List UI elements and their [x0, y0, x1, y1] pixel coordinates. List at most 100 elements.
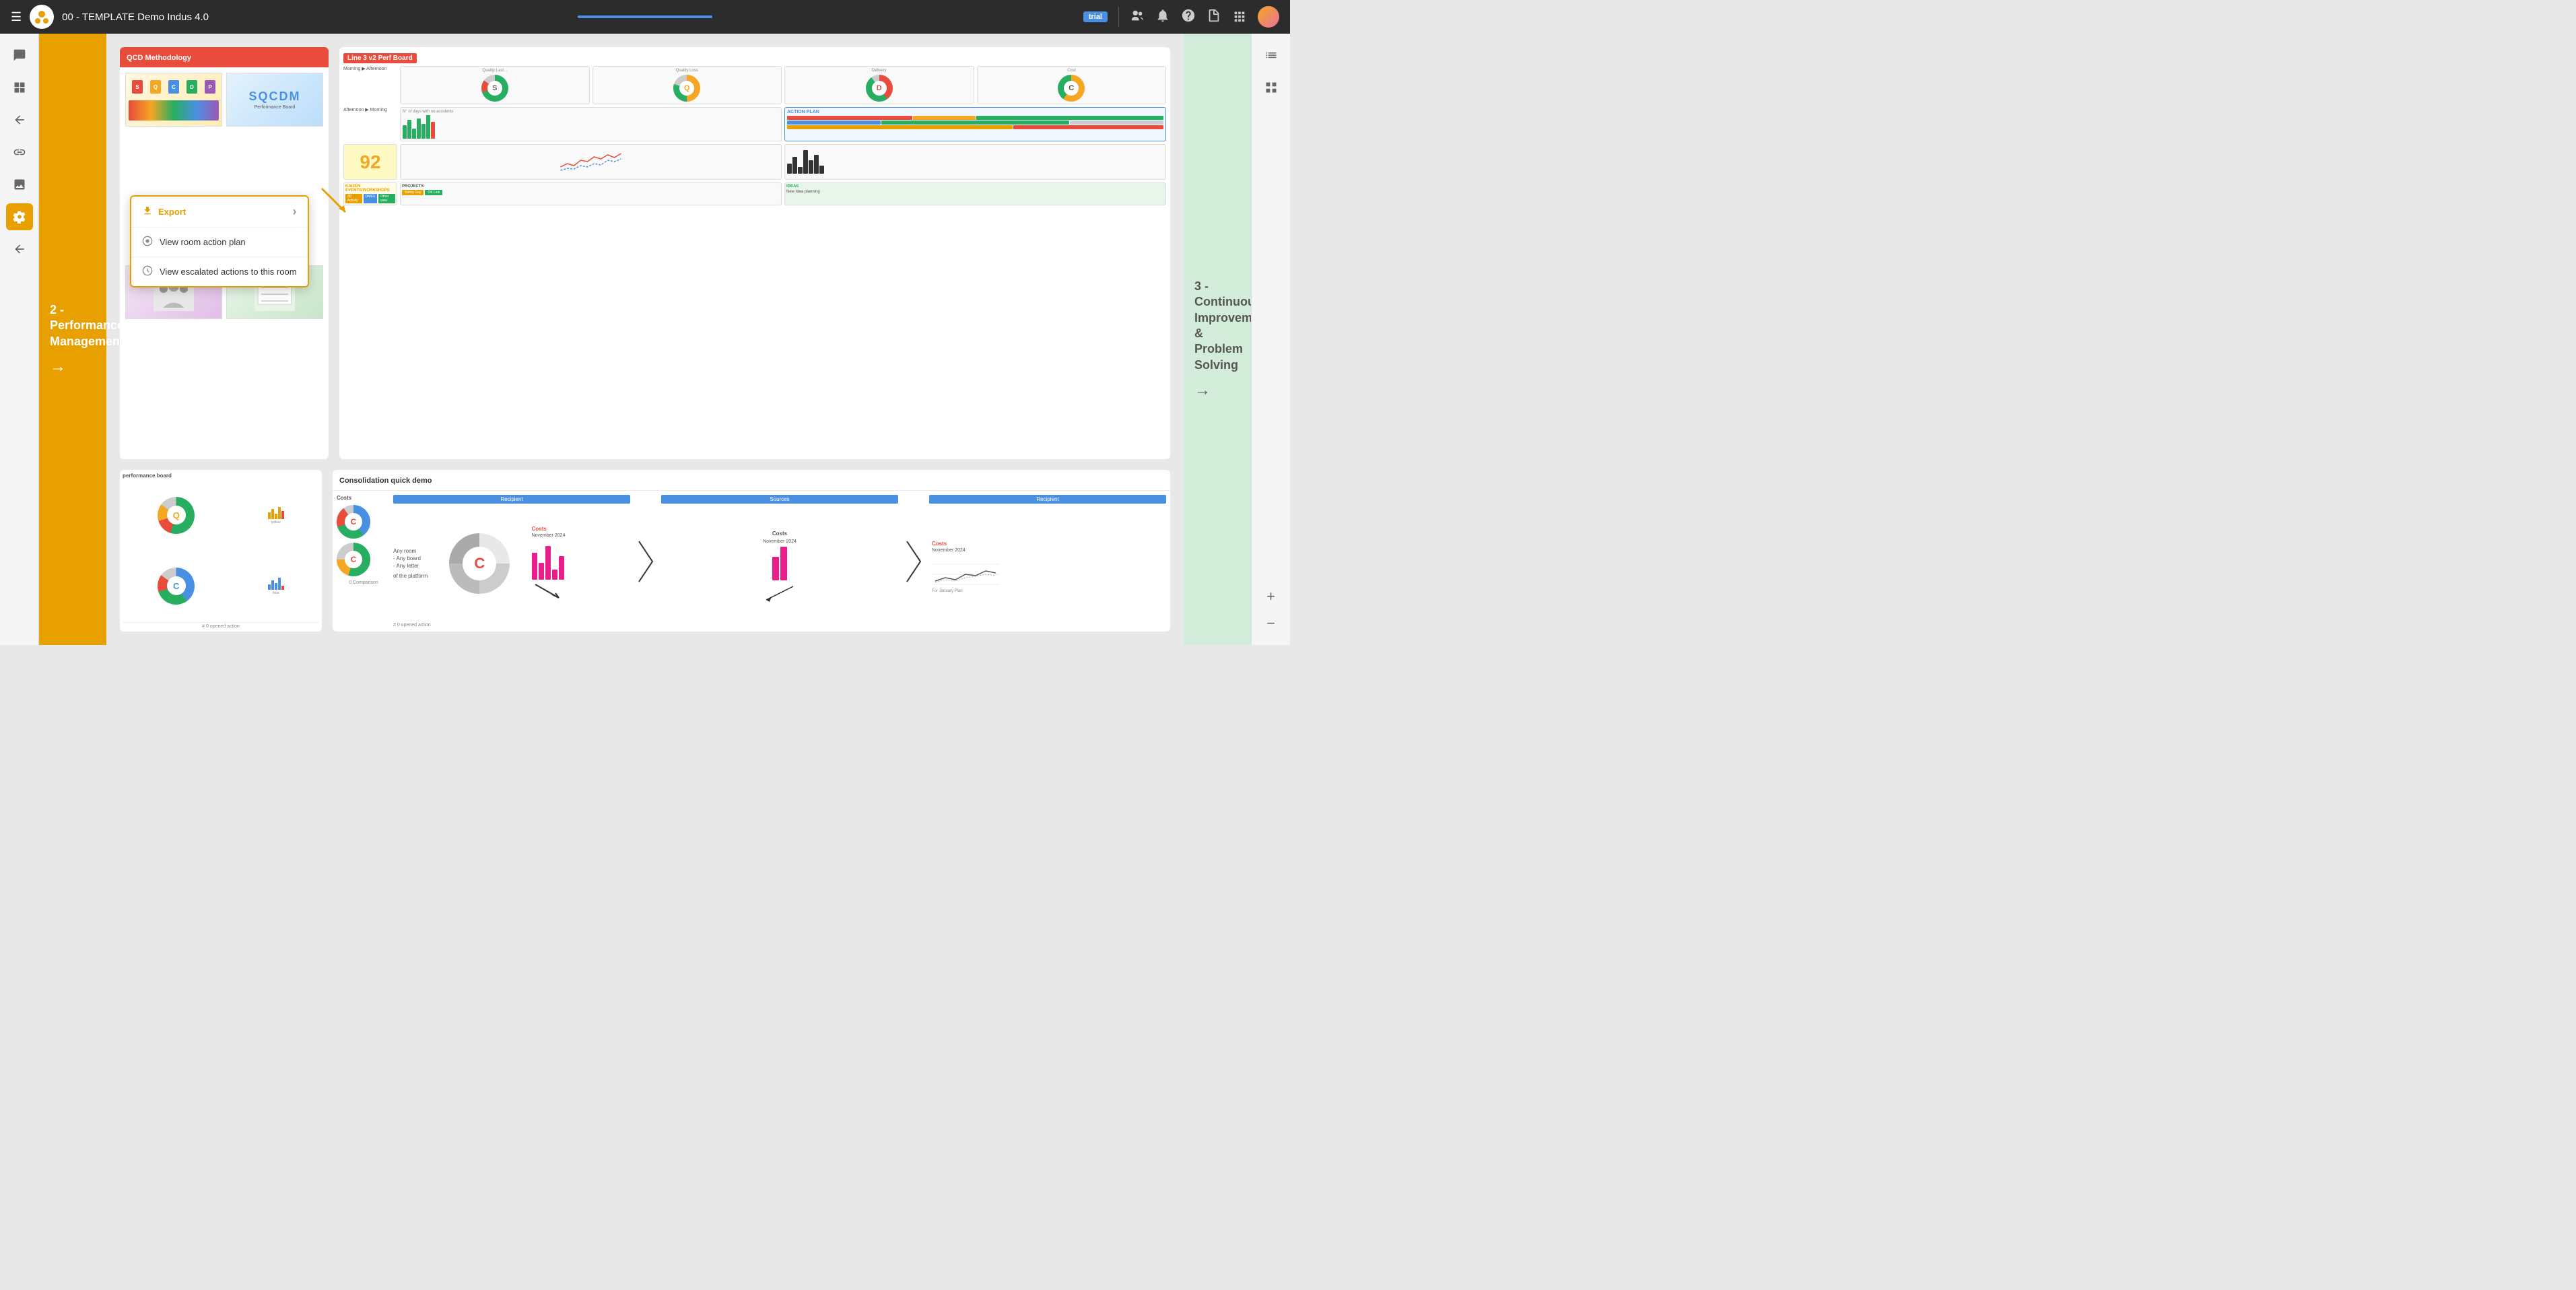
export-label: Export — [158, 207, 186, 217]
left-panel: 2 - Performance Management → — [39, 34, 106, 645]
costs-chart-col: Costs November 2024 — [532, 526, 630, 601]
bell-icon[interactable] — [1155, 8, 1170, 26]
navbar-right: trial — [1083, 6, 1279, 28]
right-sidebar-plus-icon[interactable]: + — [1258, 583, 1285, 610]
sidebar-view-icon[interactable] — [6, 74, 33, 101]
bottom-row: performance board Q — [120, 470, 1170, 632]
right-sidebar-minus-icon[interactable]: − — [1258, 610, 1285, 637]
sidebar-chat-icon[interactable] — [6, 42, 33, 69]
left-sidebar — [0, 34, 39, 645]
right-panel-arrow[interactable]: → — [1194, 381, 1240, 400]
doc-icon[interactable] — [1207, 8, 1221, 26]
separator-arrows — [633, 495, 658, 627]
qcd-image-1: S Q C D P — [125, 73, 222, 127]
costs-label: Costs — [532, 526, 630, 532]
projects-label: PROJECTS — [402, 184, 780, 189]
divider — [1118, 7, 1119, 27]
main-content: 2 - Performance Management → QCD Methodo… — [39, 34, 1251, 645]
opened-action-2: # 0 opened action — [393, 623, 630, 627]
avatar[interactable] — [1258, 6, 1279, 28]
escalated-menu-icon — [142, 265, 153, 278]
recipient2-line-chart — [932, 554, 999, 588]
opened-action-label: # 0 opened action — [123, 622, 319, 629]
for-january-label: For January Plan — [932, 589, 963, 593]
sources-arrow-svg — [759, 583, 800, 603]
big-number: 92 — [360, 151, 380, 173]
nov-2024-label: November 2024 — [532, 533, 630, 538]
left-panel-arrow[interactable]: → — [50, 358, 96, 376]
right-sidebar-list-icon[interactable] — [1258, 42, 1285, 69]
any-letter-label: - Any letter — [393, 563, 428, 569]
sidebar-link-icon[interactable] — [6, 139, 33, 166]
users-icon[interactable] — [1130, 8, 1145, 26]
right-sidebar-grid-icon[interactable] — [1258, 74, 1285, 101]
right-sidebar: + − — [1251, 34, 1290, 645]
perf-board-title: Line 3 v2 Perf Board — [343, 53, 417, 63]
ideas-cell: IDEAS New Idea planning — [784, 182, 1166, 205]
ok-link-btn[interactable]: OK Link — [425, 190, 442, 195]
mini-perf-card[interactable]: performance board Q — [120, 470, 322, 632]
of-platform-label: of the platform — [393, 573, 428, 579]
safety-day-btn[interactable]: Safety Day — [402, 190, 423, 195]
left-panel-title: 2 - Performance Management — [50, 302, 96, 349]
action-plan-mini: ACTION PLAN — [784, 107, 1166, 141]
navbar: ☰ 00 - TEMPLATE Demo Indus 4.0 trial — [0, 0, 1290, 34]
sidebar-return-icon[interactable] — [6, 106, 33, 133]
recipient-header: Recipient — [393, 495, 630, 504]
sidebar-settings-icon[interactable] — [6, 203, 33, 230]
perf-bottom-grid: Afternoon ▶ Morning N° of days with no a… — [343, 107, 1166, 205]
mini-bar-charts-2: blue — [268, 576, 284, 595]
c-cell: Cost C — [977, 66, 1167, 104]
quality-cell: Quality Last... S — [400, 66, 590, 104]
mini-bar-charts: yellow — [268, 506, 284, 524]
nov-recipient-label: November 2024 — [932, 548, 965, 553]
costs-2: Costs — [772, 531, 787, 537]
sidebar-image-icon[interactable] — [6, 171, 33, 198]
sources-header: Sources — [661, 495, 898, 504]
export-menu-item[interactable]: Export › — [131, 197, 308, 228]
mini-donuts-row-2: C blue — [123, 551, 319, 620]
costs-3: Costs — [932, 541, 947, 547]
mini-donut-1: Q — [158, 497, 195, 534]
export-arrow-icon: › — [293, 205, 297, 219]
context-menu-arrow — [318, 185, 359, 219]
right-panel: 3 - Continuous Improvement & Problem Sol… — [1184, 34, 1251, 645]
navbar-left: ☰ 00 - TEMPLATE Demo Indus 4.0 — [11, 5, 1073, 29]
any-board-label: - Any board — [393, 555, 428, 562]
recipient2-header: Recipient — [929, 495, 1166, 504]
qcd-image-2: SQCDM Performance Board — [226, 73, 323, 127]
consolidation-card[interactable]: Consolidation quick demo Costs C C 0 Com… — [333, 470, 1170, 632]
help-icon[interactable] — [1181, 8, 1196, 26]
qcd-card-header: QCD Methodology — [120, 47, 329, 67]
export-icon — [142, 205, 153, 218]
grid-icon[interactable] — [1232, 8, 1247, 26]
q-cell: Quality Loss Q — [592, 66, 782, 104]
view-action-plan-label: View room action plan — [160, 237, 246, 247]
right-sidebar-bottom: + − — [1258, 583, 1285, 637]
nov-source-label: November 2024 — [763, 539, 796, 544]
sources-bars — [772, 547, 787, 580]
d-cell: Delivery D — [784, 66, 974, 104]
pink-bars-chart — [532, 539, 630, 580]
projects-cell: PROJECTS Safety Day OK Link — [400, 182, 782, 205]
app-title: 00 - TEMPLATE Demo Indus 4.0 — [62, 11, 209, 23]
mini-perf-label: performance board — [123, 473, 319, 479]
sqdcp-grid: Morning ▶ Afternoon Quality Last... S Qu… — [343, 66, 1166, 104]
consol-title: Consolidation quick demo — [339, 477, 432, 485]
view-escalated-item[interactable]: View escalated actions to this room — [131, 257, 308, 286]
hamburger-icon[interactable]: ☰ — [11, 10, 22, 24]
consol-left-col: Costs C C 0 Comparison — [337, 495, 391, 627]
perf-board-card[interactable]: Line 3 v2 Perf Board Morning ▶ Afternoon… — [339, 47, 1170, 459]
progress-bar — [578, 15, 712, 18]
afternoon-label: Afternoon ▶ Morning — [343, 107, 397, 141]
arrow-down-svg — [532, 581, 572, 601]
chart-cell-1: N° of days with no accidents — [400, 107, 782, 141]
sidebar-back-icon[interactable] — [6, 236, 33, 263]
separator-arrows-2 — [901, 495, 926, 627]
bar-chart-cell — [784, 144, 1166, 180]
view-escalated-label: View escalated actions to this room — [160, 267, 297, 277]
center-content: QCD Methodology S Q C D P — [106, 34, 1184, 645]
ideas-label: IDEAS — [786, 184, 1164, 189]
mini-donut-2: C — [158, 568, 195, 605]
view-action-plan-item[interactable]: View room action plan — [131, 228, 308, 257]
